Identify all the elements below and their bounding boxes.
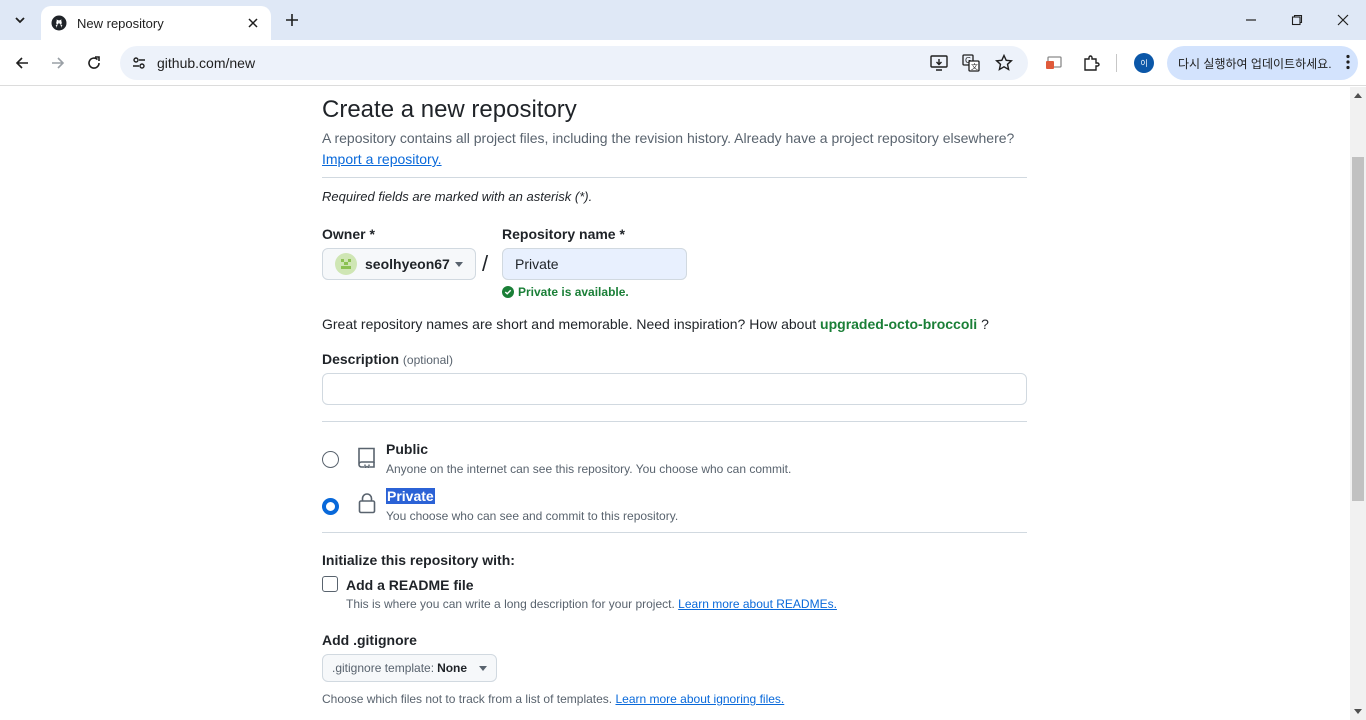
github-icon bbox=[51, 15, 67, 31]
toolbar-separator bbox=[1116, 54, 1117, 72]
profile-avatar[interactable]: 이 bbox=[1134, 53, 1154, 73]
public-title: Public bbox=[386, 441, 429, 457]
repo-book-icon bbox=[358, 447, 375, 468]
check-circle-icon bbox=[502, 286, 514, 298]
owner-repo-separator: / bbox=[482, 251, 489, 276]
gitignore-prefix: .gitignore template: bbox=[332, 661, 435, 675]
gitignore-label: Add .gitignore bbox=[322, 632, 417, 648]
browser-toolbar: github.com/new G文 이 다시 실행하여 업데이트하세요. bbox=[0, 40, 1366, 86]
description-input[interactable] bbox=[322, 373, 1027, 405]
divider bbox=[322, 532, 1027, 533]
browser-tab-bar: New repository bbox=[0, 0, 1366, 40]
suggestion-prefix: Great repository names are short and mem… bbox=[322, 316, 817, 332]
import-repository-link[interactable]: Import a repository. bbox=[322, 151, 442, 167]
gitignore-value: None bbox=[437, 661, 468, 675]
readme-help-text: This is where you can write a long descr… bbox=[346, 597, 675, 611]
repository-name-input[interactable] bbox=[502, 248, 687, 280]
url-text: github.com/new bbox=[157, 55, 256, 71]
divider bbox=[322, 177, 1027, 178]
install-app-icon[interactable] bbox=[928, 53, 950, 73]
owner-label: Owner * bbox=[322, 226, 375, 242]
readme-label[interactable]: Add a README file bbox=[346, 577, 474, 593]
lock-icon bbox=[358, 493, 376, 514]
gitignore-template-dropdown[interactable]: .gitignore template: None bbox=[322, 654, 497, 682]
visibility-option-public[interactable]: Public Anyone on the internet can see th… bbox=[322, 439, 1027, 479]
tab-close-icon[interactable] bbox=[245, 15, 261, 31]
intro-text: A repository contains all project files,… bbox=[322, 130, 1015, 146]
svg-text:文: 文 bbox=[971, 62, 978, 71]
optional-hint: (optional) bbox=[402, 353, 453, 367]
reload-icon[interactable] bbox=[82, 51, 106, 75]
owner-avatar bbox=[335, 253, 357, 275]
update-label: 다시 실행하여 업데이트하세요. bbox=[1178, 56, 1332, 71]
readme-checkbox[interactable] bbox=[322, 576, 338, 592]
public-description: Anyone on the internet can see this repo… bbox=[386, 462, 792, 476]
scroll-up-arrow-icon[interactable] bbox=[1354, 93, 1362, 98]
readme-learn-more-link[interactable]: Learn more about READMEs. bbox=[678, 597, 837, 611]
gitignore-help-text: Choose which files not to track from a l… bbox=[322, 692, 613, 706]
gitignore-learn-more-link[interactable]: Learn more about ignoring files. bbox=[615, 692, 784, 706]
back-arrow-icon[interactable] bbox=[10, 51, 34, 75]
menu-kebab-icon[interactable] bbox=[1346, 54, 1350, 73]
availability-message: Private is available. bbox=[502, 285, 629, 299]
window-close-icon[interactable] bbox=[1333, 10, 1353, 30]
tab-title: New repository bbox=[77, 15, 164, 31]
caret-down-icon bbox=[479, 666, 487, 671]
address-bar[interactable]: github.com/new G文 bbox=[120, 46, 1028, 80]
page-scrollbar[interactable] bbox=[1350, 87, 1366, 720]
page-viewport: Create a new repository A repository con… bbox=[0, 87, 1350, 720]
caret-down-icon bbox=[455, 262, 463, 267]
owner-name: seolhyeon67 bbox=[365, 256, 450, 272]
suggestion-suffix: ? bbox=[981, 316, 989, 332]
availability-text: Private is available. bbox=[518, 285, 629, 299]
restore-icon[interactable] bbox=[1287, 10, 1307, 30]
minimize-icon[interactable] bbox=[1241, 10, 1261, 30]
public-radio[interactable] bbox=[322, 451, 339, 468]
name-suggestion: Great repository names are short and mem… bbox=[322, 316, 989, 332]
tab-search-chevron-icon[interactable] bbox=[6, 6, 34, 34]
repo-name-label: Repository name * bbox=[502, 226, 625, 242]
private-description: You choose who can see and commit to thi… bbox=[386, 509, 679, 523]
private-title: Private bbox=[386, 488, 435, 504]
gitignore-help: Choose which files not to track from a l… bbox=[322, 692, 784, 706]
update-button[interactable]: 다시 실행하여 업데이트하세요. bbox=[1167, 46, 1358, 80]
cast-icon[interactable] bbox=[1043, 52, 1065, 74]
translate-icon[interactable]: G文 bbox=[960, 53, 982, 73]
new-tab-plus-icon[interactable] bbox=[281, 9, 303, 31]
extensions-puzzle-icon[interactable] bbox=[1080, 52, 1102, 74]
bookmark-star-icon[interactable] bbox=[993, 53, 1015, 73]
private-radio[interactable] bbox=[322, 498, 339, 515]
readme-help: This is where you can write a long descr… bbox=[346, 597, 837, 611]
required-fields-note: Required fields are marked with an aster… bbox=[322, 189, 593, 204]
suggested-name-link[interactable]: upgraded-octo-broccoli bbox=[820, 316, 977, 332]
scroll-down-arrow-icon[interactable] bbox=[1354, 709, 1362, 714]
description-label-text: Description bbox=[322, 351, 400, 367]
initialize-label: Initialize this repository with: bbox=[322, 552, 515, 568]
site-info-icon[interactable] bbox=[128, 52, 150, 74]
scrollbar-thumb[interactable] bbox=[1352, 157, 1364, 501]
owner-dropdown[interactable]: seolhyeon67 bbox=[322, 248, 476, 280]
description-label: Description (optional) bbox=[322, 351, 453, 367]
divider bbox=[322, 421, 1027, 422]
active-tab[interactable]: New repository bbox=[41, 6, 271, 40]
visibility-option-private[interactable]: Private You choose who can see and commi… bbox=[322, 486, 1027, 526]
forward-arrow-icon[interactable] bbox=[46, 51, 70, 75]
page-title: Create a new repository bbox=[322, 96, 577, 123]
